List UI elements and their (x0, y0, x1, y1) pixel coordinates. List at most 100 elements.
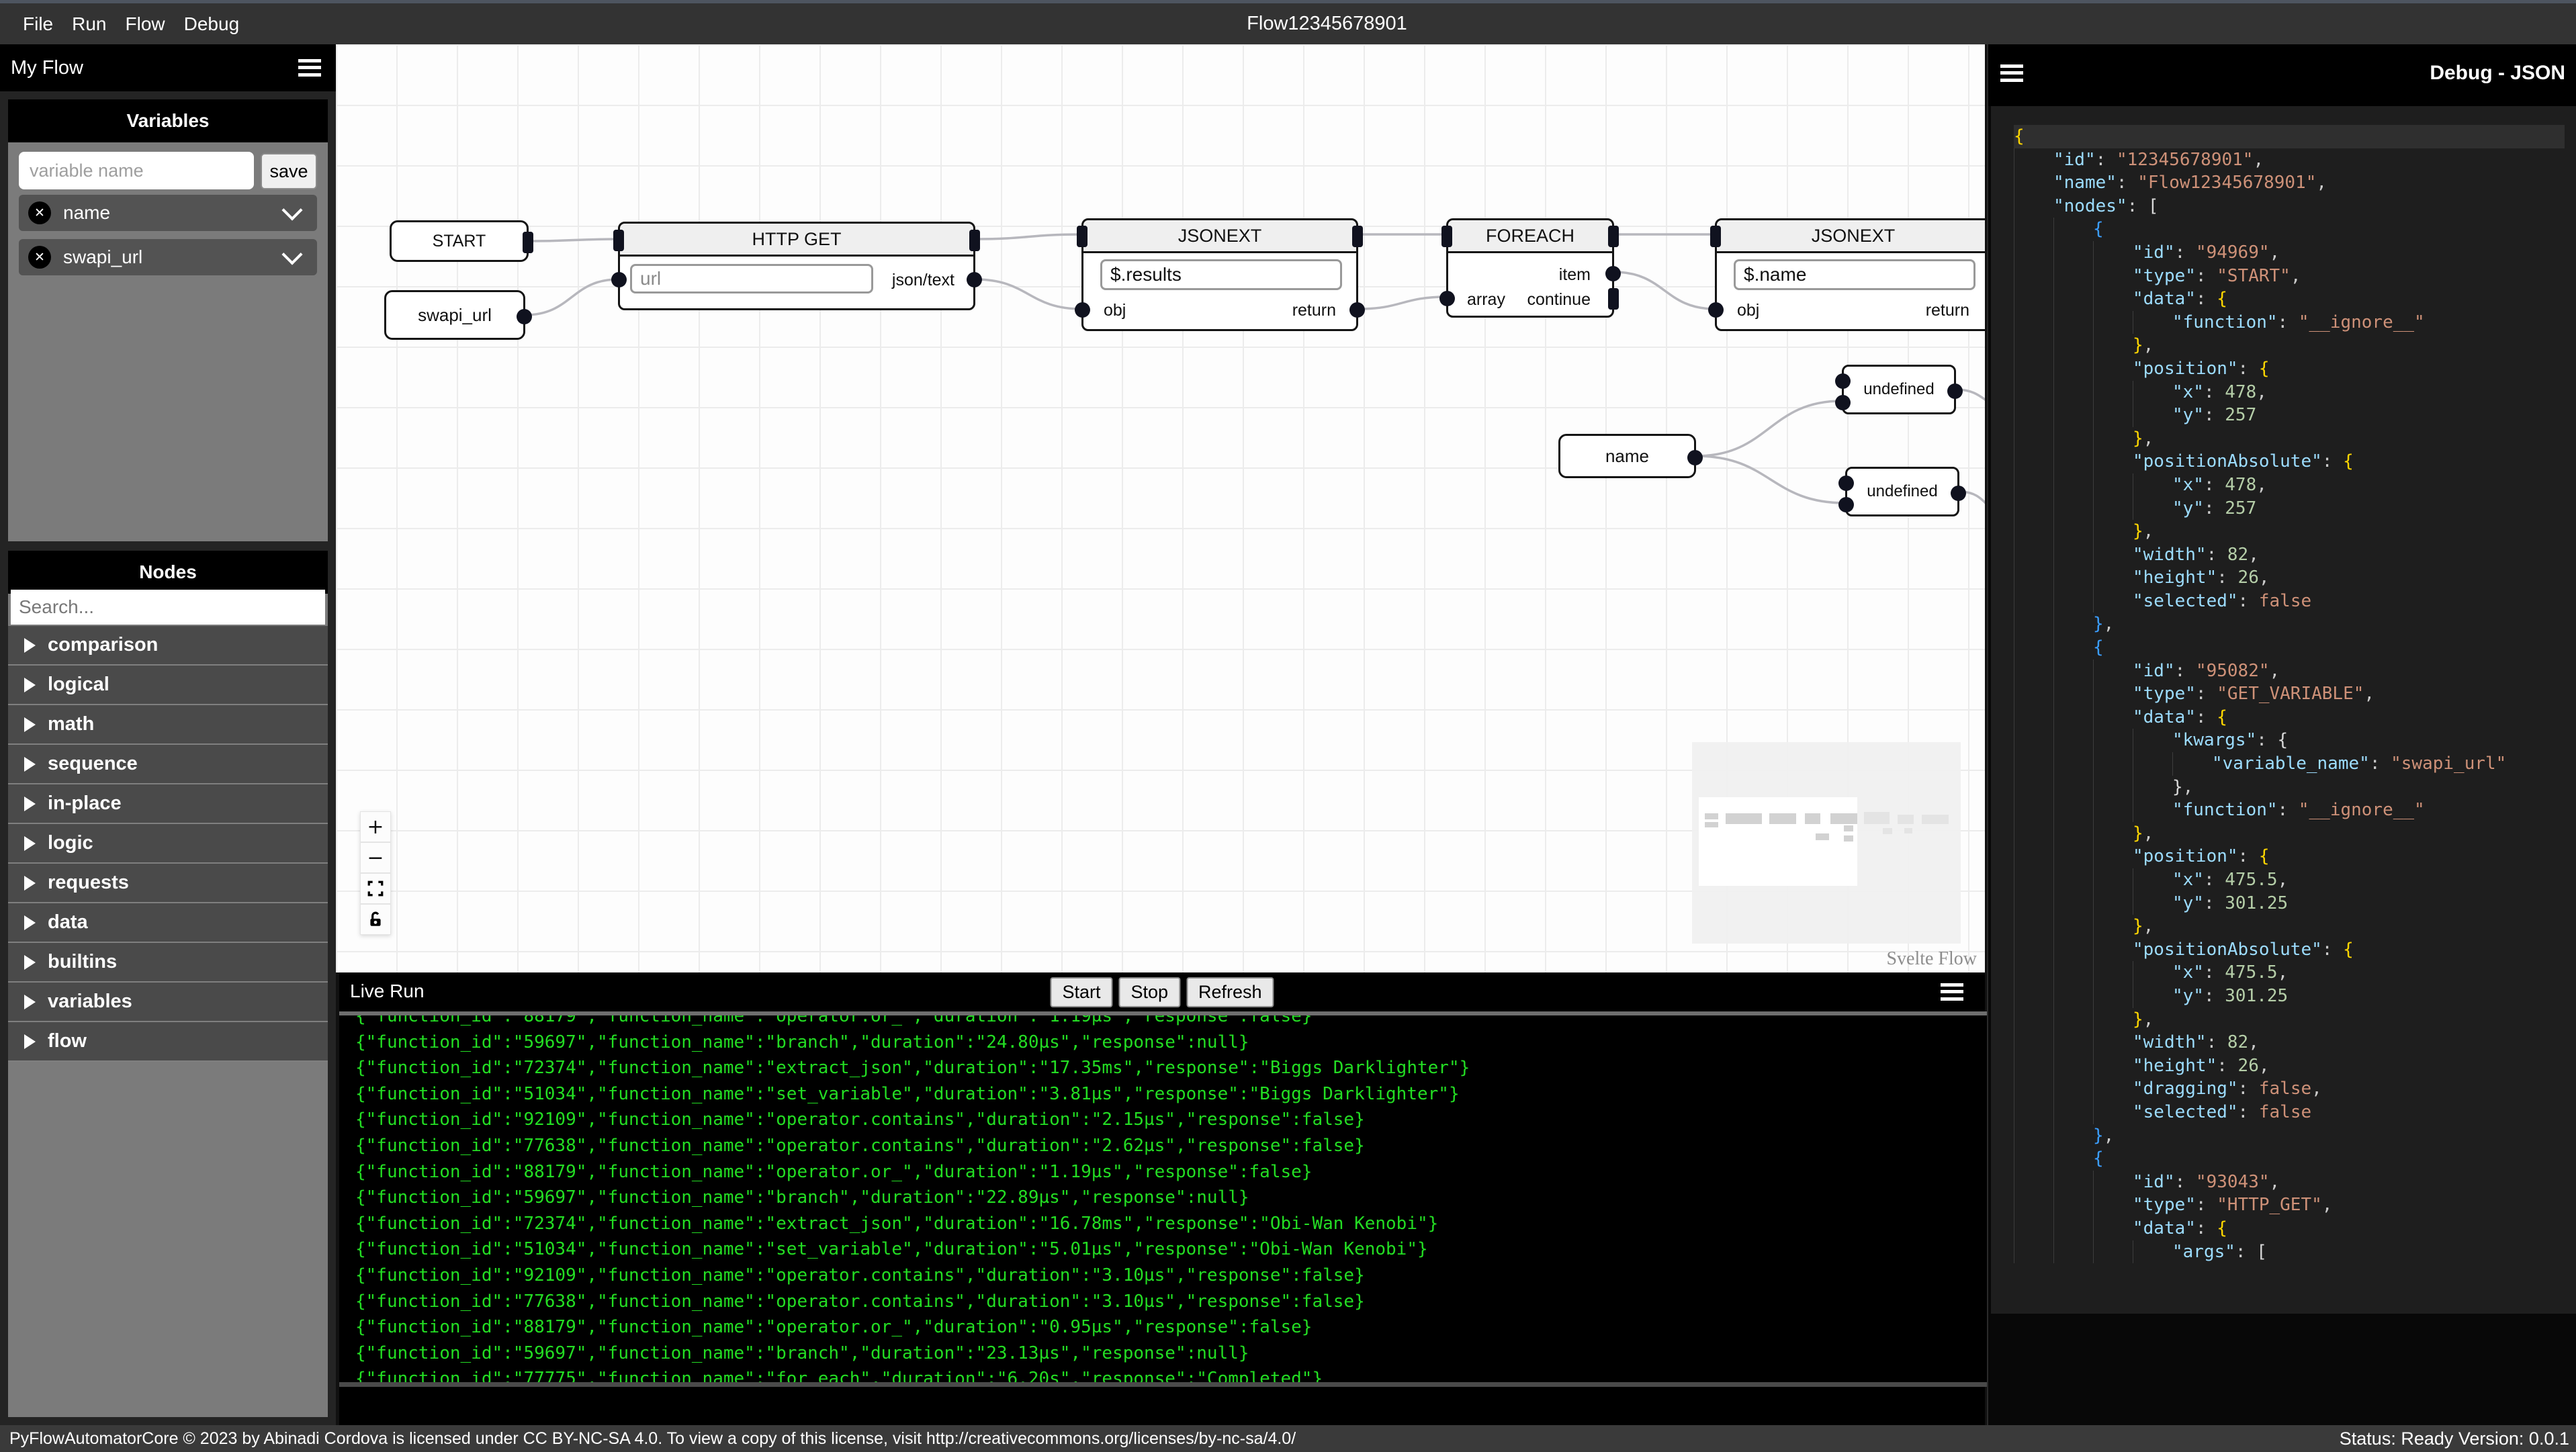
flow-node-jsonext-results[interactable]: JSONEXT obj return (1075, 218, 1365, 331)
indent-guide (2053, 543, 2093, 567)
debug-hamburger-icon[interactable] (2000, 64, 2023, 82)
item-output-pin[interactable] (1605, 266, 1621, 281)
data-input-pin[interactable] (1835, 373, 1851, 389)
node-category-variables[interactable]: variables (8, 983, 328, 1022)
node-header: JSONEXT (1083, 220, 1356, 253)
indent-guide (2133, 961, 2172, 985)
node-header: FOREACH (1448, 220, 1612, 253)
node-category-flow[interactable]: flow (8, 1022, 328, 1062)
chevron-down-icon[interactable] (281, 199, 303, 221)
node-category-comparison[interactable]: comparison (8, 626, 328, 666)
node-category-requests[interactable]: requests (8, 864, 328, 903)
flow-node-http-get[interactable]: HTTP GET json/text (611, 222, 982, 310)
exec-input-pin[interactable] (1441, 226, 1452, 247)
remove-variable-icon[interactable] (28, 201, 51, 224)
minimap[interactable] (1692, 742, 1961, 944)
indent-guide (2014, 1147, 2053, 1171)
json-line: "position": { (2014, 357, 2576, 381)
indent-guide (2053, 334, 2093, 357)
menu-item-run[interactable]: Run (62, 13, 116, 34)
continue-output-pin[interactable] (1608, 288, 1619, 310)
indent-guide (2053, 868, 2093, 892)
zoom-in-button[interactable]: + (360, 811, 391, 842)
menu-item-flow[interactable]: Flow (116, 13, 175, 34)
chevron-down-icon[interactable] (281, 244, 303, 265)
node-category-sequence[interactable]: sequence (8, 745, 328, 784)
data-input-pin[interactable] (1838, 475, 1854, 491)
stop-button[interactable]: Stop (1118, 977, 1181, 1007)
flow-canvas[interactable]: START swapi_url HTTP GET json/text JSONE… (336, 44, 1985, 972)
data-input-pin[interactable] (1075, 302, 1090, 318)
data-input-pin[interactable] (1835, 395, 1851, 410)
nodes-search-input[interactable] (11, 590, 325, 625)
exec-input-pin[interactable] (1077, 226, 1087, 247)
flow-node-undefined-2[interactable]: undefined (1838, 467, 1966, 516)
menu-item-debug[interactable]: Debug (175, 13, 249, 34)
json-line: "function": "__ignore__" (2014, 310, 2576, 334)
indent-guide (2014, 1031, 2053, 1054)
flow-edge (975, 278, 1082, 310)
indent-guide (2093, 938, 2133, 962)
node-category-logic[interactable]: logic (8, 824, 328, 864)
variable-name-input[interactable] (19, 152, 254, 189)
jsonpath-input[interactable] (1734, 259, 1975, 290)
hamburger-menu-icon[interactable] (298, 59, 321, 77)
indent-guide (2014, 1054, 2053, 1078)
live-run-hamburger-icon[interactable] (1941, 983, 1963, 1001)
node-category-math[interactable]: math (8, 705, 328, 745)
flow-node-start[interactable]: START (390, 220, 533, 262)
flow-node-undefined-1[interactable]: undefined (1835, 365, 1963, 414)
expand-arrow-icon (24, 637, 36, 653)
indent-guide (2133, 752, 2172, 776)
exec-input-pin[interactable] (613, 230, 624, 251)
indent-guide (2093, 473, 2133, 497)
start-button[interactable]: Start (1050, 977, 1113, 1007)
json-tokens: "width": 82, (2133, 1032, 2259, 1053)
lock-button[interactable] (360, 904, 391, 935)
data-input-pin[interactable] (1708, 302, 1724, 318)
indent-guide (2053, 1031, 2093, 1054)
indent-guide (2053, 1077, 2093, 1101)
variable-row[interactable]: name (19, 195, 317, 231)
fit-view-button[interactable] (360, 873, 391, 904)
url-input[interactable] (630, 264, 873, 293)
indent-guide (2014, 357, 2053, 381)
array-input-pin[interactable] (1439, 291, 1455, 306)
flow-node-name[interactable]: name (1558, 434, 1703, 478)
node-category-logical[interactable]: logical (8, 666, 328, 705)
flow-node-foreach[interactable]: FOREACH item continue array (1439, 218, 1621, 318)
refresh-button[interactable]: Refresh (1186, 977, 1274, 1007)
menu-item-file[interactable]: File (13, 13, 62, 34)
indent-guide (2014, 1170, 2053, 1194)
json-line: "data": { (2014, 705, 2576, 729)
flow-node-jsonext-name[interactable]: JSONEXT obj return (1708, 218, 1985, 331)
exec-output-pin[interactable] (1608, 226, 1619, 247)
jsonpath-input[interactable] (1100, 259, 1342, 290)
data-output-pin[interactable] (967, 272, 982, 287)
sidebar-title: My Flow (11, 56, 83, 79)
node-category-data[interactable]: data (8, 903, 328, 943)
data-output-pin[interactable] (1951, 486, 1966, 501)
data-input-pin[interactable] (611, 272, 627, 287)
exec-output-pin[interactable] (1352, 226, 1363, 247)
remove-variable-icon[interactable] (28, 246, 51, 269)
node-category-builtins[interactable]: builtins (8, 943, 328, 983)
data-output-pin[interactable] (517, 309, 532, 324)
exec-input-pin[interactable] (1710, 226, 1721, 247)
data-output-pin[interactable] (1687, 450, 1703, 465)
save-button[interactable]: save (261, 153, 317, 189)
zoom-out-button[interactable]: − (360, 842, 391, 873)
exec-output-pin[interactable] (523, 232, 533, 253)
flow-edge (975, 233, 1082, 240)
flow-node-swapi-url[interactable]: swapi_url (384, 290, 532, 340)
svelte-flow-attribution: Svelte Flow (1886, 948, 1977, 969)
exec-output-pin[interactable] (969, 230, 980, 251)
data-input-pin[interactable] (1838, 497, 1854, 512)
data-output-pin[interactable] (1349, 302, 1365, 318)
data-output-pin[interactable] (1947, 383, 1963, 399)
variable-row[interactable]: swapi_url (19, 239, 317, 275)
node-category-in-place[interactable]: in-place (8, 784, 328, 824)
indent-guide (2053, 984, 2093, 1008)
indent-guide (2014, 404, 2053, 427)
variables-panel: Variables save name swapi_url (8, 99, 328, 541)
